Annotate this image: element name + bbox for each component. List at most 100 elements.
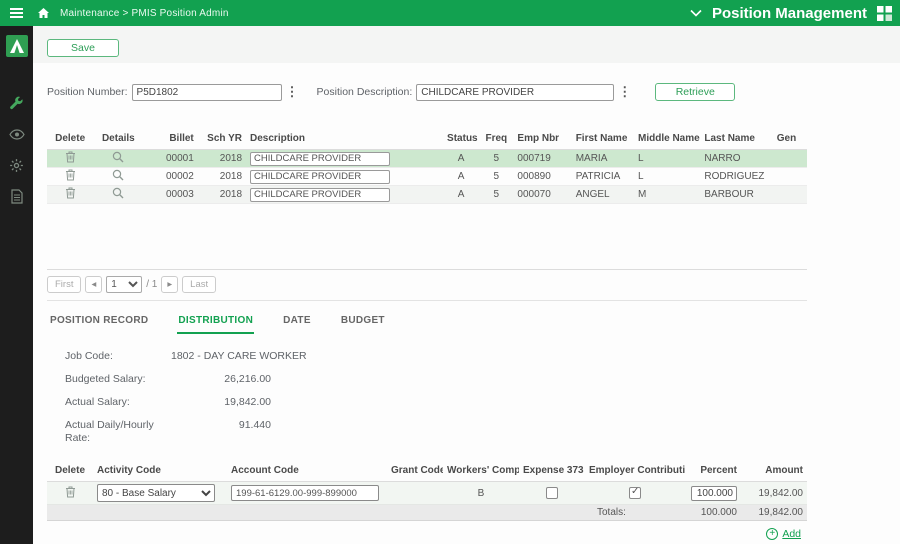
app-logo[interactable] — [6, 35, 28, 62]
pagination-last-button[interactable]: Last — [182, 276, 216, 293]
toolbar: Save — [33, 26, 900, 63]
distribution-summary-fields: Job Code: 1802 - DAY CARE WORKER Budgete… — [65, 350, 900, 445]
position-description-lookup-icon[interactable]: ⋮ — [614, 85, 635, 99]
col-header-percent: Percent — [685, 461, 741, 482]
col-header-gen: Gen — [773, 129, 807, 150]
middle-name-cell: L — [634, 168, 700, 186]
col-header-emp-nbr: Emp Nbr — [513, 129, 571, 150]
retrieve-button[interactable]: Retrieve — [655, 83, 735, 101]
tab-distribution[interactable]: DISTRIBUTION — [177, 309, 254, 334]
col-header-billet: Billet — [143, 129, 197, 150]
last-name-cell: BARBOUR — [700, 186, 772, 204]
pagination-prev-icon[interactable]: ◂ — [85, 276, 102, 293]
totals-amount: 19,842.00 — [741, 505, 807, 521]
middle-name-cell: M — [634, 186, 700, 204]
delete-row-icon[interactable] — [65, 151, 76, 163]
pagination-first-button[interactable]: First — [47, 276, 81, 293]
table-row[interactable]: 00002 2018 A 5 000890 PATRICIA L RODRIGU… — [47, 168, 807, 186]
save-button[interactable]: Save — [47, 39, 119, 57]
positions-table: Delete Details Billet Sch YR Description… — [47, 129, 807, 204]
account-code-input[interactable] — [231, 485, 379, 501]
position-number-input[interactable] — [132, 84, 282, 101]
pagination-of-label: / 1 — [146, 279, 157, 290]
delete-row-icon[interactable] — [65, 187, 76, 199]
col-header-amount: Amount — [741, 461, 807, 482]
delete-row-icon[interactable] — [65, 169, 76, 181]
percent-input[interactable] — [691, 486, 737, 501]
add-plus-icon: + — [766, 528, 778, 540]
daily-hourly-rate-value: 91.440 — [171, 419, 271, 445]
positions-header-row: Delete Details Billet Sch YR Description… — [47, 129, 807, 150]
reports-document-icon[interactable] — [8, 187, 26, 205]
status-cell: A — [443, 168, 479, 186]
details-magnifier-icon[interactable] — [112, 187, 124, 199]
job-code-value: 1802 - DAY CARE WORKER — [171, 350, 307, 363]
pagination-next-icon[interactable]: ▸ — [161, 276, 178, 293]
last-name-cell: RODRIGUEZ — [700, 168, 772, 186]
hamburger-menu-icon[interactable] — [0, 8, 33, 18]
tab-position-record[interactable]: POSITION RECORD — [49, 309, 149, 334]
col-header-employer-contribution: Employer Contribution — [585, 461, 685, 482]
main-content: Save Position Number: ⋮ Position Descrip… — [33, 26, 900, 544]
chevron-down-icon[interactable] — [690, 9, 702, 17]
description-input[interactable] — [250, 152, 390, 166]
first-name-cell: ANGEL — [572, 186, 634, 204]
totals-row: Totals: 100.000 19,842.00 — [47, 505, 807, 521]
billet-cell: 00002 — [143, 168, 197, 186]
details-magnifier-icon[interactable] — [112, 151, 124, 163]
retrieve-bar: Position Number: ⋮ Position Description:… — [47, 83, 900, 101]
add-distribution-link[interactable]: + Add — [766, 528, 801, 540]
grant-code-cell — [387, 482, 443, 505]
pagination: First ◂ 1 / 1 ▸ Last — [47, 270, 807, 301]
first-name-cell: MARIA — [572, 150, 634, 168]
col-header-workers-comp: Workers' Comp — [443, 461, 519, 482]
actual-salary-label: Actual Salary: — [65, 396, 171, 409]
description-input[interactable] — [250, 188, 390, 202]
sch-yr-cell: 2018 — [198, 168, 246, 186]
freq-cell: 5 — [479, 168, 513, 186]
gen-cell — [773, 150, 807, 168]
freq-cell: 5 — [479, 150, 513, 168]
home-icon[interactable] — [37, 7, 50, 19]
description-input[interactable] — [250, 170, 390, 184]
col-header-activity-code: Activity Code — [93, 461, 227, 482]
distribution-row[interactable]: 80 - Base Salary B 19,842.00 — [47, 482, 807, 505]
tab-date[interactable]: DATE — [282, 309, 312, 334]
pagination-page-select[interactable]: 1 — [106, 276, 142, 293]
col-header-last-name: Last Name — [700, 129, 772, 150]
apps-grid-icon[interactable] — [877, 6, 892, 21]
add-row: + Add — [47, 521, 807, 544]
status-cell: A — [443, 186, 479, 204]
maintenance-wrench-icon[interactable] — [8, 94, 26, 112]
daily-hourly-rate-label: Actual Daily/Hourly Rate: — [65, 419, 171, 445]
sch-yr-cell: 2018 — [198, 186, 246, 204]
delete-row-icon[interactable] — [65, 486, 76, 498]
positions-grid: Delete Details Billet Sch YR Description… — [47, 129, 807, 301]
job-code-label: Job Code: — [65, 350, 171, 363]
table-row[interactable]: 00003 2018 A 5 000070 ANGEL M BARBOUR — [47, 186, 807, 204]
tab-budget[interactable]: BUDGET — [340, 309, 386, 334]
actual-salary-value: 19,842.00 — [171, 396, 271, 409]
inquiry-eye-icon[interactable] — [8, 125, 26, 143]
left-sidebar — [0, 26, 33, 544]
table-row[interactable]: 00001 2018 A 5 000719 MARIA L NARRO — [47, 150, 807, 168]
settings-gear-icon[interactable] — [8, 156, 26, 174]
position-description-input[interactable] — [416, 84, 614, 101]
app-title: Position Management — [712, 5, 867, 22]
expense-373-checkbox[interactable] — [546, 487, 558, 499]
status-cell: A — [443, 150, 479, 168]
middle-name-cell: L — [634, 150, 700, 168]
sch-yr-cell: 2018 — [198, 150, 246, 168]
employer-contribution-checkbox[interactable] — [629, 487, 641, 499]
emp-nbr-cell: 000070 — [513, 186, 571, 204]
position-number-label: Position Number: — [47, 86, 128, 98]
add-link-label: Add — [782, 528, 801, 540]
details-magnifier-icon[interactable] — [112, 169, 124, 181]
workers-comp-cell: B — [443, 482, 519, 505]
gen-cell — [773, 168, 807, 186]
breadcrumb: Maintenance > PMIS Position Admin — [60, 8, 229, 19]
activity-code-select[interactable]: 80 - Base Salary — [97, 484, 215, 502]
amount-cell: 19,842.00 — [741, 482, 807, 505]
pmis-position-admin-app: Maintenance > PMIS Position Admin Positi… — [0, 0, 900, 544]
position-number-lookup-icon[interactable]: ⋮ — [282, 85, 303, 99]
